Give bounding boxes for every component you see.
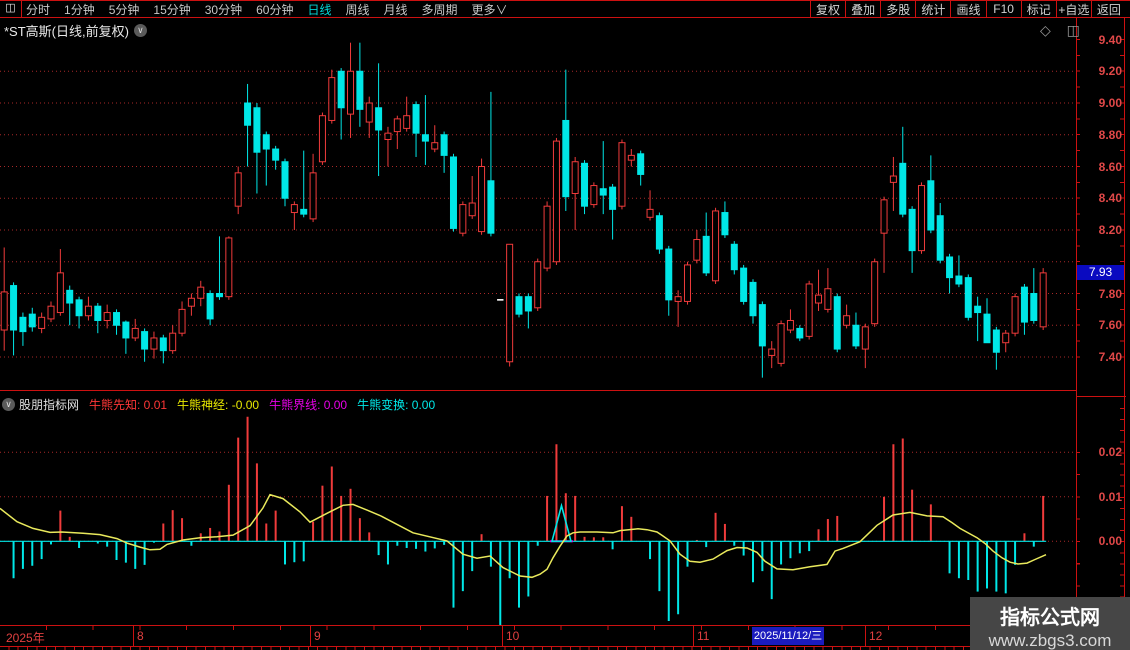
indicator-value-2: 牛熊神经: -0.00: [177, 397, 260, 412]
watermark-url: www.zbgs3.com: [988, 631, 1112, 650]
price-label-7.80: 7.80: [1098, 286, 1122, 301]
month-label-12: 12: [869, 629, 883, 643]
panel-toggle-icon[interactable]: ◫: [1067, 22, 1086, 38]
tool-menu-item-1[interactable]: 复权: [810, 1, 845, 17]
price-label-8.60: 8.60: [1098, 159, 1122, 174]
tool-menu-item-6[interactable]: F10: [985, 1, 1021, 17]
indicator-value-4: 牛熊变换: 0.00: [357, 397, 436, 412]
current-price-badge: 7.93: [1077, 264, 1124, 280]
menu-period-1[interactable]: 分时: [26, 1, 50, 18]
diamond-icon[interactable]: ◇: [1040, 22, 1057, 38]
tool-menu-item-5[interactable]: 画线: [950, 1, 985, 17]
month-label-9: 9: [314, 629, 321, 643]
tool-menu-item-4[interactable]: 统计: [915, 1, 950, 17]
indicator-values: 牛熊先知: 0.01 牛熊神经: -0.00 牛熊界线: 0.00 牛熊变换: 0.0…: [79, 396, 435, 414]
watermark-site-name: 指标公式网: [1000, 607, 1100, 629]
tool-menu-item-8[interactable]: +自选: [1055, 1, 1091, 17]
tool-menu-item-7[interactable]: 标记: [1020, 1, 1056, 17]
menu-period-6[interactable]: 60分钟: [256, 1, 293, 18]
indicator-source[interactable]: 股朋指标网: [19, 396, 79, 413]
indicator-header: ∨ 股朋指标网 牛熊先知: 0.01 牛熊神经: -0.00 牛熊界线: 0.00 牛…: [2, 396, 435, 413]
menu-period-9[interactable]: 月线: [384, 1, 408, 18]
period-menu: 分时 1分钟 5分钟 15分钟 30分钟 60分钟 日线 周线 月线 多周期 更多∨: [26, 1, 522, 17]
corner-icons: ◇ ◫: [1040, 22, 1086, 39]
window-right-border: [1124, 18, 1125, 650]
tool-menu-item-3[interactable]: 多股: [880, 1, 915, 17]
indicator-label-0.02: 0.02: [1098, 445, 1122, 460]
price-label-8.40: 8.40: [1098, 191, 1122, 206]
indicator-label-0.01: 0.01: [1098, 489, 1122, 504]
week-ticks: [0, 626, 1076, 630]
tool-menu: 复权 叠加 多股 统计 画线 F10 标记 +自选 返回: [810, 1, 1126, 17]
indicator-value-3: 牛熊界线: 0.00: [269, 397, 348, 412]
menu-period-2[interactable]: 1分钟: [64, 1, 95, 18]
price-label-9.20: 9.20: [1098, 64, 1122, 79]
tool-menu-item-2[interactable]: 叠加: [845, 1, 880, 17]
indicator-label-0.00: 0.00: [1098, 534, 1122, 549]
menu-period-10[interactable]: 多周期: [422, 1, 458, 18]
month-label-10: 10: [506, 629, 520, 643]
page-title: *ST高斯(日线,前复权): [4, 23, 129, 39]
month-label-8: 8: [137, 629, 144, 643]
trading-app-window: ◫ 分时 1分钟 5分钟 15分钟 30分钟 60分钟 日线 周线 月线 多周期 更多∨ 复权 叠加多…: [0, 0, 1130, 650]
panel-separator: [0, 390, 1076, 391]
menu-period-7[interactable]: 日线: [307, 1, 331, 18]
price-label-9.00: 9.00: [1098, 96, 1122, 110]
indicator-value-1: 牛熊先知: 0.01: [89, 397, 168, 412]
title-bar: *ST高斯(日线,前复权) ∨: [4, 21, 147, 39]
watermark: 指标公式网 www.zbgs3.com: [970, 597, 1130, 650]
menu-period-4[interactable]: 15分钟: [153, 1, 190, 18]
selected-date-badge: 2025/11/12/三: [752, 627, 824, 645]
axis-separator: [1076, 396, 1126, 397]
month-label-11: 11: [697, 629, 710, 643]
chevron-down-icon[interactable]: ∨: [2, 398, 15, 411]
period-menu-bar: ◫ 分时 1分钟 5分钟 15分钟 30分钟 60分钟 日线 周线 月线 多周期 更多∨ 复权 叠加多…: [0, 0, 1130, 18]
indicator-chart[interactable]: [0, 414, 1076, 626]
price-label-8.80: 8.80: [1098, 127, 1122, 142]
menu-period-8[interactable]: 周线: [345, 1, 369, 18]
year-label: 2025年: [6, 631, 45, 645]
candlestick-chart[interactable]: [0, 18, 1076, 390]
price-label-7.60: 7.60: [1098, 318, 1122, 333]
menu-period-3[interactable]: 5分钟: [109, 1, 140, 18]
price-label-7.40: 7.40: [1098, 350, 1122, 364]
menu-period-5[interactable]: 30分钟: [205, 1, 242, 18]
layout-icon[interactable]: ◫: [0, 1, 22, 17]
tool-menu-item-9[interactable]: 返回: [1090, 1, 1126, 17]
chevron-down-icon[interactable]: ∨: [133, 23, 147, 37]
menu-period-11[interactable]: 更多∨: [472, 1, 508, 18]
price-label-8.20: 8.20: [1098, 223, 1122, 237]
